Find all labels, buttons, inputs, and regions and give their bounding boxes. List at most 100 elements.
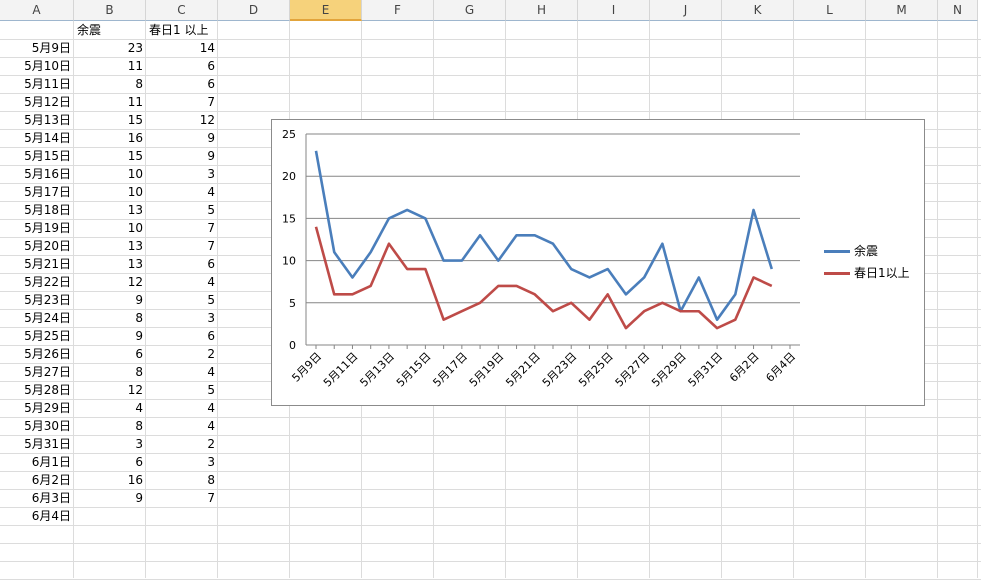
cell-date[interactable]: 5月10日: [0, 57, 71, 75]
column-header-l[interactable]: L: [794, 0, 866, 21]
cell-aftershock-count[interactable]: 6: [74, 453, 143, 471]
cell-date[interactable]: 5月23日: [0, 291, 71, 309]
column-header-f[interactable]: F: [362, 0, 434, 21]
cell-kasuga-count[interactable]: 7: [146, 489, 215, 507]
cell-aftershock-count[interactable]: 12: [74, 381, 143, 399]
cell-date[interactable]: 5月12日: [0, 93, 71, 111]
cell-kasuga-count[interactable]: 7: [146, 237, 215, 255]
cell-aftershock-count[interactable]: 9: [74, 489, 143, 507]
cell-kasuga-count[interactable]: 3: [146, 309, 215, 327]
column-header-d[interactable]: D: [218, 0, 290, 21]
cell-date[interactable]: 6月3日: [0, 489, 71, 507]
cell-aftershock-count[interactable]: 23: [74, 39, 143, 57]
cell-kasuga-count[interactable]: 2: [146, 345, 215, 363]
cell-kasuga-count[interactable]: 8: [146, 471, 215, 489]
column-header-i[interactable]: I: [578, 0, 650, 21]
cell-aftershock-count[interactable]: 13: [74, 255, 143, 273]
legend-label-kasuga: 春日1以上: [854, 262, 910, 284]
cell-date[interactable]: 5月20日: [0, 237, 71, 255]
cell-kasuga-count[interactable]: 7: [146, 219, 215, 237]
cell-aftershock-count[interactable]: 13: [74, 237, 143, 255]
cell-kasuga-count[interactable]: 4: [146, 273, 215, 291]
cell-aftershock-count[interactable]: 9: [74, 291, 143, 309]
cell-date[interactable]: 5月11日: [0, 75, 71, 93]
cell-aftershock-count[interactable]: 11: [74, 57, 143, 75]
cell-kasuga-count[interactable]: 6: [146, 327, 215, 345]
cell-date[interactable]: 5月21日: [0, 255, 71, 273]
column-header-m[interactable]: M: [866, 0, 938, 21]
cell-aftershock-count[interactable]: [74, 507, 143, 525]
cell-aftershock-count[interactable]: 8: [74, 75, 143, 93]
cell-kasuga-count[interactable]: 4: [146, 417, 215, 435]
cell-date[interactable]: 5月14日: [0, 129, 71, 147]
cell-kasuga-count[interactable]: 12: [146, 111, 215, 129]
cell-date[interactable]: 6月1日: [0, 453, 71, 471]
cell-kasuga-count[interactable]: 5: [146, 201, 215, 219]
line-chart[interactable]: 05101520255月9日5月11日5月13日5月15日5月17日5月19日5…: [271, 119, 925, 406]
cell-c1-header[interactable]: 春日1 以上: [149, 21, 217, 39]
cell-date[interactable]: 5月22日: [0, 273, 71, 291]
cell-aftershock-count[interactable]: 3: [74, 435, 143, 453]
cell-aftershock-count[interactable]: 10: [74, 165, 143, 183]
cell-aftershock-count[interactable]: 8: [74, 417, 143, 435]
cell-aftershock-count[interactable]: 15: [74, 147, 143, 165]
cell-date[interactable]: 5月15日: [0, 147, 71, 165]
cell-date[interactable]: 5月9日: [0, 39, 71, 57]
cell-date[interactable]: 5月31日: [0, 435, 71, 453]
cell-date[interactable]: 5月24日: [0, 309, 71, 327]
cell-aftershock-count[interactable]: 10: [74, 183, 143, 201]
cell-aftershock-count[interactable]: 4: [74, 399, 143, 417]
cell-date[interactable]: 5月29日: [0, 399, 71, 417]
cell-kasuga-count[interactable]: 6: [146, 57, 215, 75]
column-header-j[interactable]: J: [650, 0, 722, 21]
cell-kasuga-count[interactable]: 5: [146, 381, 215, 399]
column-header-c[interactable]: C: [146, 0, 218, 21]
cell-kasuga-count[interactable]: 3: [146, 165, 215, 183]
cell-b1-header[interactable]: 余震: [77, 21, 145, 39]
column-header-b[interactable]: B: [74, 0, 146, 21]
column-header-e[interactable]: E: [290, 0, 362, 21]
cell-aftershock-count[interactable]: 6: [74, 345, 143, 363]
column-header-a[interactable]: A: [0, 0, 74, 21]
cell-date[interactable]: 5月17日: [0, 183, 71, 201]
cell-kasuga-count[interactable]: 5: [146, 291, 215, 309]
cell-aftershock-count[interactable]: 16: [74, 129, 143, 147]
cell-kasuga-count[interactable]: 9: [146, 129, 215, 147]
cell-kasuga-count[interactable]: 4: [146, 363, 215, 381]
cell-aftershock-count[interactable]: 8: [74, 363, 143, 381]
cell-date[interactable]: 5月26日: [0, 345, 71, 363]
cell-date[interactable]: 5月30日: [0, 417, 71, 435]
cell-kasuga-count[interactable]: 6: [146, 255, 215, 273]
cell-date[interactable]: 5月25日: [0, 327, 71, 345]
cell-date[interactable]: 5月13日: [0, 111, 71, 129]
cell-kasuga-count[interactable]: 9: [146, 147, 215, 165]
cell-kasuga-count[interactable]: 7: [146, 93, 215, 111]
cell-aftershock-count[interactable]: 16: [74, 471, 143, 489]
cell-kasuga-count[interactable]: 6: [146, 75, 215, 93]
cell-aftershock-count[interactable]: 15: [74, 111, 143, 129]
cell-aftershock-count[interactable]: 12: [74, 273, 143, 291]
cell-date[interactable]: 5月16日: [0, 165, 71, 183]
cell-date[interactable]: 5月27日: [0, 363, 71, 381]
cell-kasuga-count[interactable]: [146, 507, 215, 525]
cell-date[interactable]: 5月28日: [0, 381, 71, 399]
cell-kasuga-count[interactable]: 3: [146, 453, 215, 471]
column-header-n[interactable]: N: [938, 0, 978, 21]
cell-aftershock-count[interactable]: 8: [74, 309, 143, 327]
cell-kasuga-count[interactable]: 2: [146, 435, 215, 453]
cell-date[interactable]: 6月2日: [0, 471, 71, 489]
column-header-h[interactable]: H: [506, 0, 578, 21]
cell-kasuga-count[interactable]: 14: [146, 39, 215, 57]
cell-aftershock-count[interactable]: 13: [74, 201, 143, 219]
cell-kasuga-count[interactable]: 4: [146, 183, 215, 201]
x-tick-label: 5月17日: [430, 350, 470, 390]
column-header-g[interactable]: G: [434, 0, 506, 21]
cell-aftershock-count[interactable]: 10: [74, 219, 143, 237]
cell-aftershock-count[interactable]: 11: [74, 93, 143, 111]
cell-date[interactable]: 6月4日: [0, 507, 71, 525]
cell-aftershock-count[interactable]: 9: [74, 327, 143, 345]
cell-kasuga-count[interactable]: 4: [146, 399, 215, 417]
column-header-k[interactable]: K: [722, 0, 794, 21]
cell-date[interactable]: 5月18日: [0, 201, 71, 219]
cell-date[interactable]: 5月19日: [0, 219, 71, 237]
